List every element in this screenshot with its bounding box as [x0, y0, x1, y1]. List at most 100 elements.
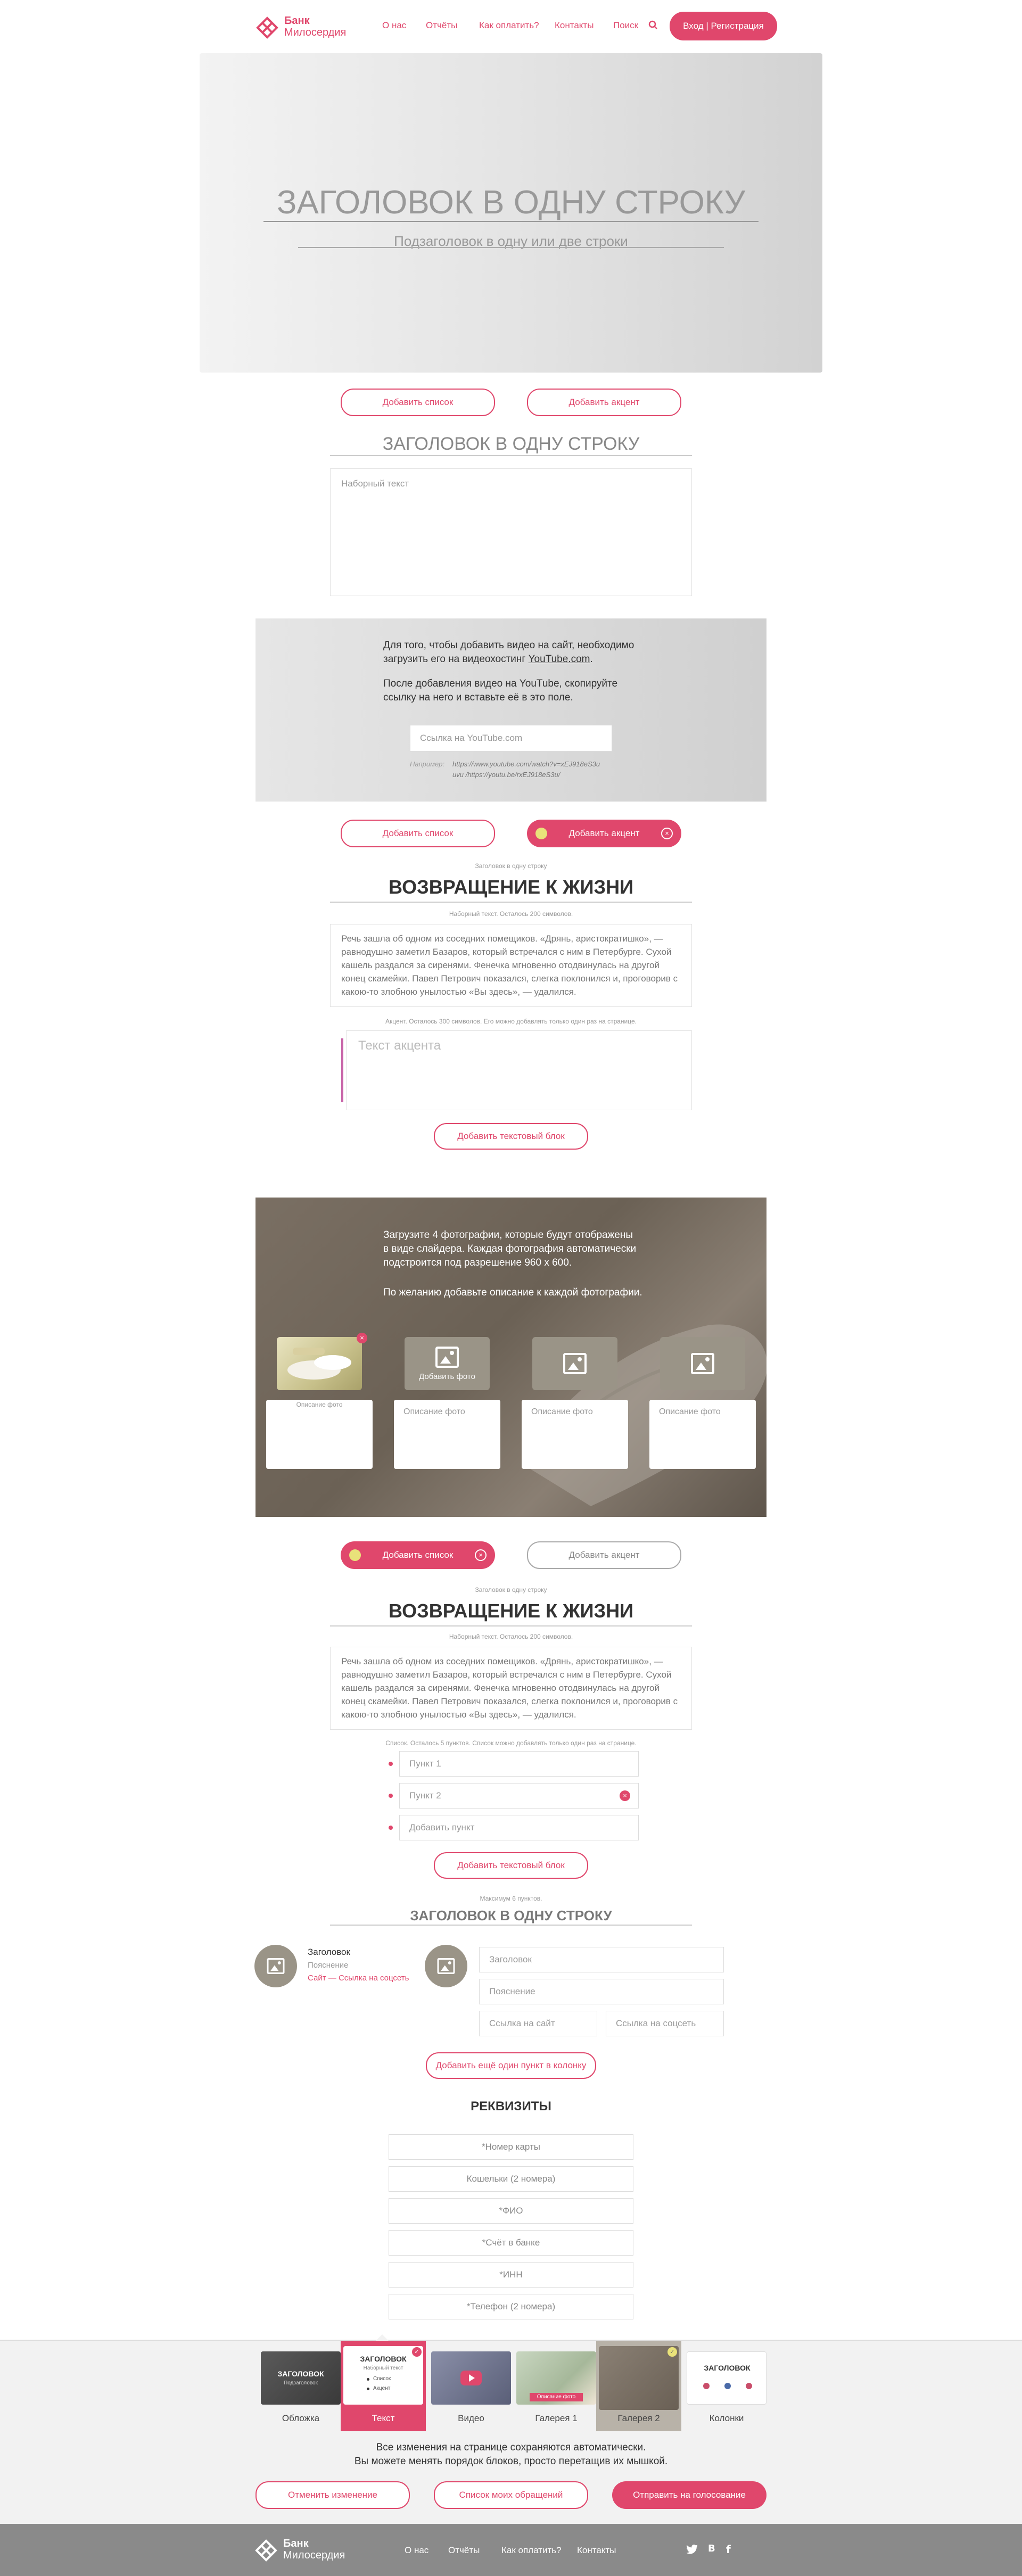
column-social-input[interactable]: Ссылка на соцсеть [606, 2011, 724, 2036]
youtube-link[interactable]: YouTube.com [529, 654, 590, 665]
nav-contacts[interactable]: Контакты [555, 20, 594, 31]
add-accent-button-active[interactable]: Добавить акцент × [527, 820, 681, 847]
nav-how-to-pay[interactable]: Как оплатить? [479, 20, 539, 31]
vk-icon[interactable]: B [708, 2543, 715, 2554]
hero-cover[interactable]: ЗАГОЛОВОК В ОДНУ СТРОКУ Подзаголовок в о… [200, 53, 822, 373]
add-list-button[interactable]: Добавить список [341, 389, 495, 416]
card-number-field[interactable]: *Номер карты [389, 2134, 633, 2160]
add-photo-button-3[interactable] [532, 1337, 617, 1390]
block1-title[interactable]: ЗАГОЛОВОК В ОДНУ СТРОКУ [330, 434, 692, 455]
tray-item-video[interactable]: Видео [426, 2341, 511, 2431]
search-icon[interactable] [648, 20, 658, 30]
phone-field[interactable]: *Телефон (2 номера) [389, 2294, 633, 2319]
youtube-url-input[interactable]: Ссылка на YouTube.com [410, 725, 612, 752]
video-example-2: uvu /https://youtu.be/rxEJ918eS3u/ [452, 771, 561, 779]
list-item-add[interactable]: Добавить пункт [399, 1815, 639, 1840]
photo-desc-4[interactable]: Описание фото [649, 1400, 756, 1469]
full-name-field[interactable]: *ФИО [389, 2198, 633, 2224]
add-accent-button[interactable]: Добавить акцент [527, 389, 681, 416]
block1-text-area[interactable]: Наборный текст [330, 468, 692, 596]
block3-title-underline [330, 1625, 692, 1626]
list-bullet-2 [389, 1794, 393, 1798]
bank-account-field[interactable]: *Счёт в банке [389, 2230, 633, 2256]
gallery-photo-1[interactable] [277, 1337, 362, 1390]
image-icon [563, 1353, 587, 1374]
twitter-icon[interactable] [687, 2544, 698, 2555]
tray-label-cover: Обложка [282, 2413, 320, 2423]
remove-photo-icon[interactable]: × [357, 1333, 367, 1343]
footer-nav-contacts[interactable]: Контакты [577, 2545, 616, 2556]
accent-area[interactable]: Текст акцента [341, 1030, 692, 1110]
wallets-field[interactable]: Кошельки (2 номера) [389, 2166, 633, 2192]
inn-field[interactable]: *ИНН [389, 2262, 633, 2288]
add-accent-button[interactable]: Добавить акцент [527, 1541, 681, 1569]
add-text-block-button[interactable]: Добавить текстовый блок [434, 1123, 588, 1150]
tray-thumb-gallery2 [599, 2346, 679, 2410]
video-example-1: https://www.youtube.com/watch?v=xEJ918eS… [452, 760, 600, 768]
list-bullet-1 [389, 1762, 393, 1766]
remove-item-icon[interactable]: × [620, 1790, 630, 1801]
tray-item-gallery1[interactable]: Описание фото Галерея 1 [511, 2341, 596, 2431]
video-block: Для того, чтобы добавить видео на сайт, … [256, 618, 767, 802]
tray-text-title: ЗАГОЛОВОК [360, 2355, 407, 2363]
footer-logo[interactable]: Банк Милосердия [254, 2538, 366, 2564]
requisites-title: РЕКВИЗИТЫ [471, 2099, 551, 2113]
photo-desc-2[interactable]: Описание фото [394, 1400, 500, 1469]
add-photo-button-4[interactable] [660, 1337, 745, 1390]
tray-thumb-text: ЗАГОЛОВОК Наборный текст Список Акцент [343, 2346, 423, 2405]
column-card-sub: Пояснение [308, 1961, 349, 1970]
column-sub-input[interactable]: Пояснение [479, 1979, 724, 2004]
add-text-block-button[interactable]: Добавить текстовый блок [434, 1852, 588, 1879]
columns-title[interactable]: ЗАГОЛОВОК В ОДНУ СТРОКУ [330, 1908, 692, 1924]
tray-text-sub: Наборный текст [363, 2365, 403, 2371]
logo[interactable]: Банк Милосердия [256, 14, 367, 40]
video-example-label: Например: [410, 760, 445, 768]
video-instr-2-post: . [590, 654, 593, 665]
column-title-input[interactable]: Заголовок [479, 1947, 724, 1972]
add-list-button[interactable]: Добавить список [341, 820, 495, 847]
column-card-site-link[interactable]: Сайт [308, 1974, 326, 1983]
photo-desc-1[interactable]: Описание фото [266, 1400, 373, 1469]
remove-list-icon[interactable]: × [475, 1549, 487, 1561]
block3-hint-list: Список. Осталось 5 пунктов. Список можно… [385, 1739, 637, 1747]
list-item-2[interactable]: Пункт 2 [399, 1783, 639, 1809]
tray-item-columns[interactable]: ЗАГОЛОВОК Колонки [681, 2341, 767, 2431]
column-edit-image[interactable] [425, 1945, 467, 1987]
tray-item-text[interactable]: ЗАГОЛОВОК Наборный текст Список Акцент ✓… [341, 2341, 426, 2431]
nav-about[interactable]: О нас [382, 20, 406, 31]
footer-nav-how-to-pay[interactable]: Как оплатить? [501, 2545, 562, 2556]
login-button[interactable]: Вход | Регистрация [670, 12, 777, 40]
list-item-1[interactable]: Пункт 1 [399, 1751, 639, 1777]
gallery-instr-1: Загрузите 4 фотографии, которые будут от… [383, 1229, 633, 1241]
column-card-image[interactable] [254, 1945, 297, 1987]
photo-desc-3[interactable]: Описание фото [522, 1400, 628, 1469]
facebook-icon[interactable]: f [726, 2543, 731, 2556]
header: Банк Милосердия О нас Отчёты Как оплатит… [0, 0, 1022, 53]
block3-hint-text: Наборный текст. Осталось 200 символов. [449, 1633, 573, 1640]
add-accent-label: Добавить акцент [568, 828, 640, 838]
my-requests-button[interactable]: Список моих обращений [434, 2481, 588, 2509]
block1-text-placeholder: Наборный текст [341, 478, 409, 489]
footer-nav-reports[interactable]: Отчёты [448, 2545, 480, 2556]
cancel-change-button[interactable]: Отменить изменение [256, 2481, 410, 2509]
add-column-item-button[interactable]: Добавить ещё один пункт в колонку [426, 2052, 596, 2079]
tray-item-gallery2[interactable]: ✓ Галерея 2 [596, 2341, 681, 2431]
column-site-input[interactable]: Ссылка на сайт [479, 2011, 597, 2036]
add-list-button-active[interactable]: Добавить список × [341, 1541, 495, 1569]
tray-item-cover[interactable]: ЗАГОЛОВОК Подзаголовок Обложка [256, 2341, 346, 2431]
hero-title[interactable]: ЗАГОЛОВОК В ОДНУ СТРОКУ [200, 184, 822, 221]
submit-vote-button[interactable]: Отправить на голосование [612, 2481, 767, 2509]
add-photo-button-2[interactable]: Добавить фото [405, 1337, 490, 1390]
image-icon [691, 1353, 714, 1374]
tray-thumb-cover: ЗАГОЛОВОК Подзаголовок [261, 2351, 341, 2405]
nav-search[interactable]: Поиск [613, 20, 638, 31]
hero-title-underline [263, 221, 759, 222]
remove-accent-icon[interactable]: × [661, 828, 673, 839]
column-card-social-link[interactable]: Ссылка на соцсеть [339, 1974, 409, 1983]
block3-paragraph[interactable]: Речь зашла об одном из соседних помещико… [330, 1647, 692, 1730]
block2-paragraph[interactable]: Речь зашла об одном из соседних помещико… [330, 924, 692, 1007]
footer-nav-about[interactable]: О нас [405, 2545, 428, 2556]
nav-reports[interactable]: Отчёты [426, 20, 457, 31]
block2-title[interactable]: ВОЗВРАЩЕНИЕ К ЖИЗНИ [330, 876, 692, 898]
block3-title[interactable]: ВОЗВРАЩЕНИЕ К ЖИЗНИ [330, 1600, 692, 1622]
